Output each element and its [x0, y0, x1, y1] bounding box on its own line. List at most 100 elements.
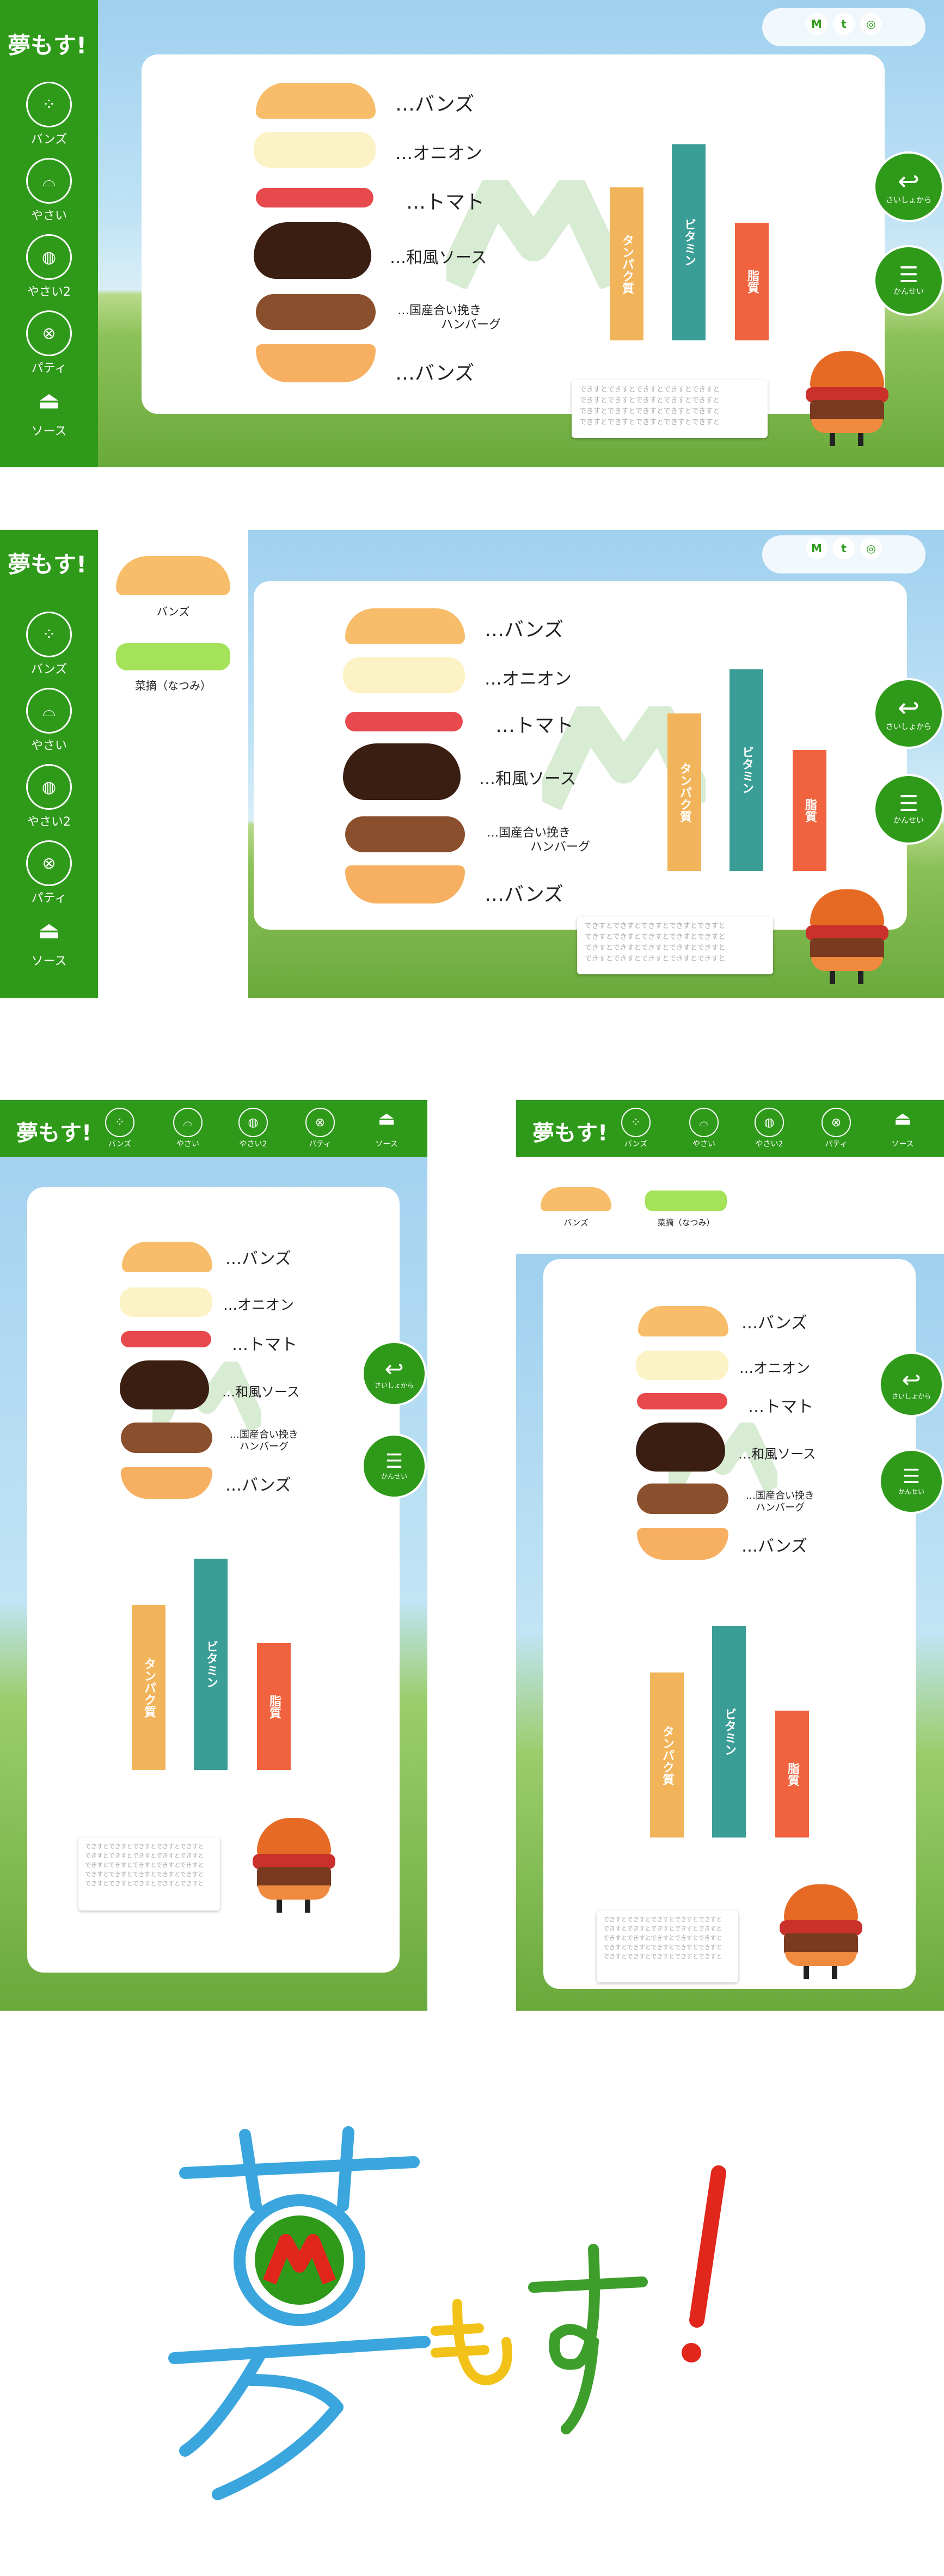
label-bun-bottom: …バンズ: [485, 883, 564, 906]
nav-item-patty[interactable]: ⊗ パティ: [16, 840, 82, 906]
mos-logo-icon[interactable]: M: [806, 13, 827, 35]
bar-fat: 脂質: [257, 1643, 291, 1770]
complete-button[interactable]: ☰ かんせい: [879, 1449, 944, 1514]
label-bun-top: …バンズ: [741, 1314, 807, 1333]
yumemosu-logo-icon: [168, 2126, 726, 2500]
sauce: [343, 743, 461, 800]
bun-icon: ⁘: [105, 1108, 134, 1137]
nav-item-vegetables2[interactable]: ◍ やさい2: [747, 1108, 791, 1149]
nav-item-patty[interactable]: ⊗ パティ: [16, 310, 82, 376]
screen-desktop-selection: 夢もす! ⁘ バンズ ⌓ やさい ◍ やさい2 ⊗ パティ ⏏ ソース バンズ …: [0, 530, 944, 998]
logo[interactable]: 夢もす!: [8, 27, 87, 60]
onion-icon: ◍: [238, 1108, 268, 1137]
selection-panel: バンズ 菜摘（なつみ）: [98, 530, 248, 998]
complete-button[interactable]: ☰ かんせい: [873, 774, 944, 845]
mos-logo-icon[interactable]: M: [806, 538, 827, 559]
patty: [256, 294, 376, 330]
nav-item-sauce[interactable]: ⏏ ソース: [365, 1108, 408, 1149]
label-patty-line2: ハンバーグ: [530, 840, 591, 854]
nav-item-sauce[interactable]: ⏏ ソース: [16, 387, 82, 439]
nav-item-vegetables[interactable]: ⌓ やさい: [16, 688, 82, 753]
bar-vitamin: ビタミン: [712, 1626, 746, 1838]
nav-item-buns[interactable]: ⁘ バンズ: [16, 82, 82, 147]
instagram-icon[interactable]: ◎: [860, 13, 882, 35]
burger-card: …バンズ …オニオン …トマト …和風ソース …国産合い挽き ハンバーグ …バン…: [543, 1259, 916, 1989]
bun-bottom: [256, 344, 376, 382]
restart-button[interactable]: ↩ さいしょから: [873, 151, 944, 222]
mascot-burger-character: [777, 1884, 865, 1982]
restart-button[interactable]: ↩ さいしょから: [873, 678, 944, 749]
label-tomato: …トマト: [748, 1397, 813, 1417]
nav-item-vegetables2[interactable]: ◍ やさい2: [231, 1108, 275, 1149]
nav-item-vegetables[interactable]: ⌓ やさい: [166, 1108, 210, 1149]
burger-icon: ☰: [385, 1450, 403, 1473]
restart-button[interactable]: ↩ さいしょから: [879, 1352, 944, 1417]
instagram-icon[interactable]: ◎: [860, 538, 882, 559]
patty: [637, 1484, 728, 1514]
nav-item-sauce[interactable]: ⏏ ソース: [16, 917, 82, 969]
label-bun-top: …バンズ: [485, 619, 564, 641]
social-links: M t ◎: [806, 13, 882, 35]
nav-item-vegetables2[interactable]: ◍ やさい2: [16, 234, 82, 300]
patty: [121, 1423, 212, 1453]
bar-protein: タンパク質: [667, 713, 701, 871]
mascot-burger-character: [250, 1818, 338, 1916]
sauce: [254, 222, 371, 279]
nutrition-chart: タンパク質 ビタミン 脂質: [667, 669, 831, 871]
complete-button[interactable]: ☰ かんせい: [873, 245, 944, 316]
logo[interactable]: 夢もす!: [16, 1115, 91, 1147]
complete-button[interactable]: ☰ かんせい: [361, 1433, 427, 1499]
bun-thumbnail: [541, 1187, 611, 1211]
bar-vitamin: ビタミン: [730, 669, 763, 871]
onion: [254, 132, 376, 168]
nav-item-buns[interactable]: ⁘ バンズ: [16, 612, 82, 677]
label-onion: …オニオン: [739, 1360, 811, 1377]
label-tomato: …トマト: [495, 715, 574, 737]
bar-vitamin: ビタミン: [194, 1559, 228, 1770]
option-bun[interactable]: バンズ: [113, 556, 233, 619]
screen-mobile-builder: 夢もす! ⁘ バンズ ⌓ やさい ◍ やさい2 ⊗ パティ ⏏ ソース …バンズ…: [0, 1100, 427, 2011]
nav-item-buns[interactable]: ⁘ バンズ: [614, 1108, 658, 1149]
bun-top: [256, 83, 376, 119]
twitter-icon[interactable]: t: [833, 538, 855, 559]
option-bun[interactable]: バンズ: [538, 1187, 614, 1228]
logo[interactable]: 夢もす!: [8, 546, 87, 579]
gravy-boat-icon: ⏏: [893, 1108, 912, 1130]
label-sauce: …和風ソース: [479, 770, 577, 789]
nav-item-vegetables[interactable]: ⌓ やさい: [682, 1108, 726, 1149]
option-lettuce[interactable]: 菜摘（なつみ）: [113, 643, 233, 693]
nav-item-vegetables[interactable]: ⌓ やさい: [16, 158, 82, 223]
bun-icon: ⁘: [26, 612, 72, 657]
tomato: [637, 1393, 727, 1409]
bun-bottom: [121, 1467, 212, 1499]
bun-thumbnail: [116, 556, 230, 595]
label-bun-bottom: …バンズ: [225, 1476, 291, 1495]
restart-button[interactable]: ↩ さいしょから: [361, 1341, 427, 1406]
onion-icon: ◍: [26, 764, 72, 810]
logo[interactable]: 夢もす!: [532, 1115, 608, 1147]
nav-item-patty[interactable]: ⊗ パティ: [298, 1108, 342, 1149]
label-bun-bottom: …バンズ: [741, 1537, 807, 1556]
option-lettuce[interactable]: 菜摘（なつみ）: [642, 1191, 730, 1228]
label-patty-line2: ハンバーグ: [441, 318, 501, 332]
lettuce-thumbnail: [116, 643, 230, 670]
undo-arrow-icon: ↩: [897, 693, 920, 723]
nav-item-vegetables2[interactable]: ◍ やさい2: [16, 764, 82, 829]
bun-icon: ⁘: [26, 82, 72, 127]
onion-icon: ◍: [26, 234, 72, 280]
screen-mobile-selection: 夢もす! ⁘ バンズ ⌓ やさい ◍ やさい2 ⊗ パティ ⏏ ソース バンズ …: [516, 1100, 944, 2011]
twitter-icon[interactable]: t: [833, 13, 855, 35]
speech-bubble: できすとできすとできすとできすとできすと できすとできすとできすとできすとできすと…: [78, 1838, 220, 1910]
nav-item-sauce[interactable]: ⏏ ソース: [881, 1108, 924, 1149]
bun-top: [638, 1306, 728, 1336]
patty: [345, 816, 465, 852]
onion: [120, 1287, 212, 1317]
mascot-burger-character: [804, 889, 891, 987]
gravy-boat-icon: ⏏: [38, 917, 60, 944]
bar-fat: 脂質: [735, 223, 769, 340]
label-bun-top: …バンズ: [225, 1249, 291, 1268]
nav-item-buns[interactable]: ⁘ バンズ: [98, 1108, 142, 1149]
bun-top: [122, 1242, 212, 1272]
logo-large: [152, 2124, 806, 2505]
nav-item-patty[interactable]: ⊗ パティ: [814, 1108, 858, 1149]
